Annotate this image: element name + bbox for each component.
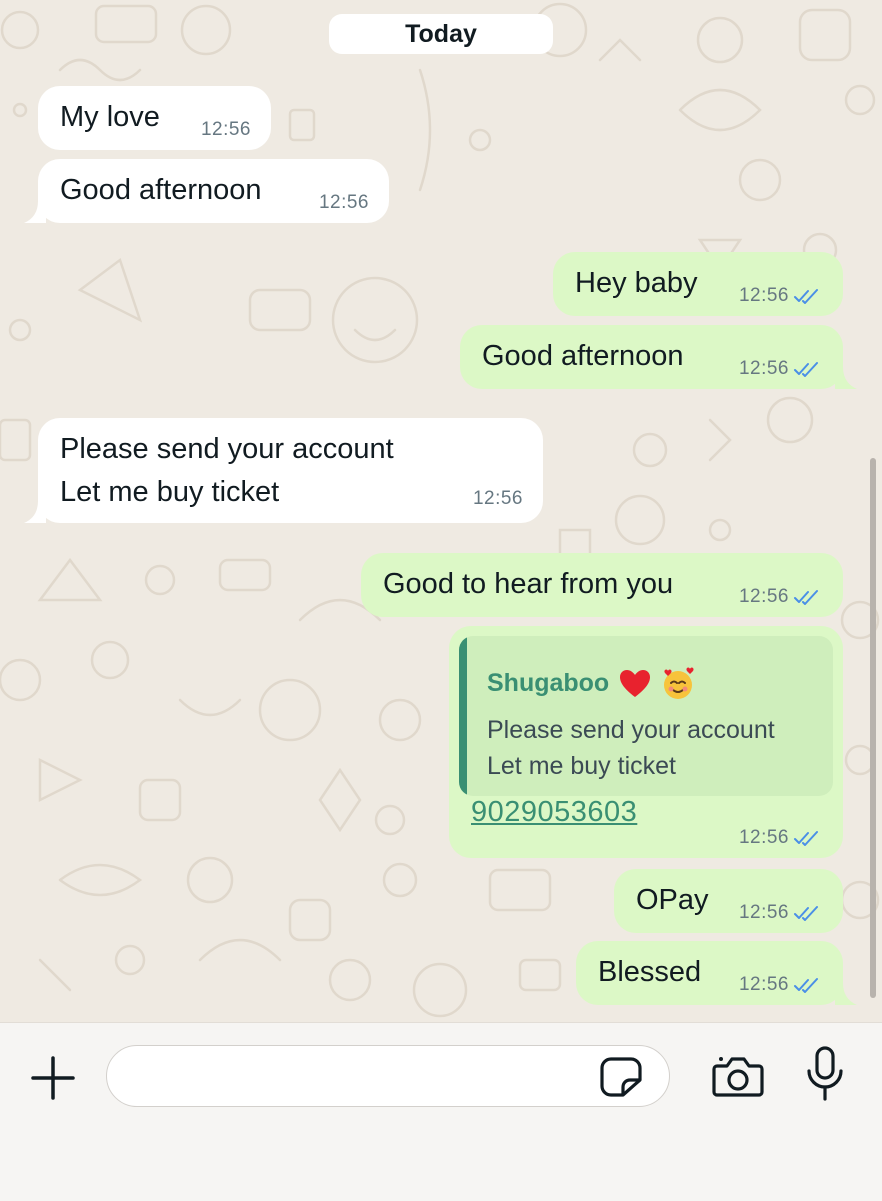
quoted-sender: Shugaboo [487,662,695,705]
attach-button[interactable] [28,1053,78,1103]
read-receipt-icon [794,906,818,921]
read-receipt-icon [794,831,818,846]
message-time: 12:56 [319,193,369,213]
date-divider: Today [329,14,553,54]
plus-icon [31,1056,75,1100]
message-bubble-outgoing[interactable]: OPay 12:56 [614,869,843,933]
message-text: Hey baby [575,267,698,299]
date-label: Today [405,19,477,48]
message-text: Please send your account Let me buy tick… [60,433,394,508]
phone-number-link[interactable]: 9029053603 [471,791,637,834]
composer-bar [0,1022,882,1201]
message-text: Blessed [598,956,702,988]
message-bubble-outgoing[interactable]: Good to hear from you 12:56 [361,553,843,617]
message-bubble-outgoing[interactable]: Hey baby 12:56 [553,252,843,316]
camera-button[interactable] [710,1051,766,1101]
quoted-text: Please send your account Let me buy tick… [487,716,775,780]
message-time: 12:56 [739,286,821,306]
chat-area[interactable]: Today My love 12:56 Good afternoon 12:56… [0,0,882,1022]
time-label: 12:56 [738,358,789,379]
bubble-tail [835,983,857,1005]
time-label: 12:56 [318,192,369,213]
time-label: 12:56 [738,902,789,923]
message-time: 12:56 [739,975,821,995]
sticker-icon [600,1057,642,1097]
message-time: 12:56 [739,828,821,848]
message-bubble-reply[interactable]: Shugaboo Please send your account Let me… [449,626,843,858]
message-bubble-incoming[interactable]: Good afternoon 12:56 [24,159,389,223]
message-text: My love [60,101,160,133]
red-heart-icon [620,669,651,697]
time-label: 12:56 [200,119,251,140]
time-label: 12:56 [738,827,789,848]
message-time: 12:56 [739,903,821,923]
microphone-icon [807,1046,843,1101]
smiling-face-with-hearts-icon [664,667,694,699]
message-text: Good afternoon [60,174,262,206]
message-bubble-incoming[interactable]: Please send your account Let me buy tick… [24,418,543,523]
quoted-message[interactable]: Shugaboo Please send your account Let me… [459,636,833,796]
time-label: 12:56 [738,974,789,995]
read-receipt-icon [794,362,818,377]
message-input[interactable] [106,1045,670,1107]
scrollbar[interactable] [870,458,876,998]
message-bubble-incoming[interactable]: My love 12:56 [38,86,271,150]
bubble-tail [24,201,46,223]
message-time: 12:56 [201,120,251,140]
message-bubble-outgoing[interactable]: Good afternoon 12:56 [460,325,857,389]
quoted-sender-name: Shugaboo [487,669,610,697]
message-text: Good afternoon [482,340,684,372]
message-bubble-outgoing[interactable]: Blessed 12:56 [576,941,857,1005]
read-receipt-icon [794,590,818,605]
camera-icon [712,1057,764,1097]
voice-message-button[interactable] [802,1045,848,1103]
sticker-button[interactable] [596,1053,646,1101]
bubble-tail [835,367,857,389]
time-label: 12:56 [472,488,523,509]
quote-accent-bar [459,636,467,796]
message-time: 12:56 [739,587,821,607]
message-text: Good to hear from you [383,568,674,600]
read-receipt-icon [794,978,818,993]
time-label: 12:56 [738,285,789,306]
time-label: 12:56 [738,586,789,607]
read-receipt-icon [794,289,818,304]
message-text: OPay [636,884,709,916]
message-time: 12:56 [473,489,523,509]
bubble-tail [24,501,46,523]
message-time: 12:56 [739,359,821,379]
